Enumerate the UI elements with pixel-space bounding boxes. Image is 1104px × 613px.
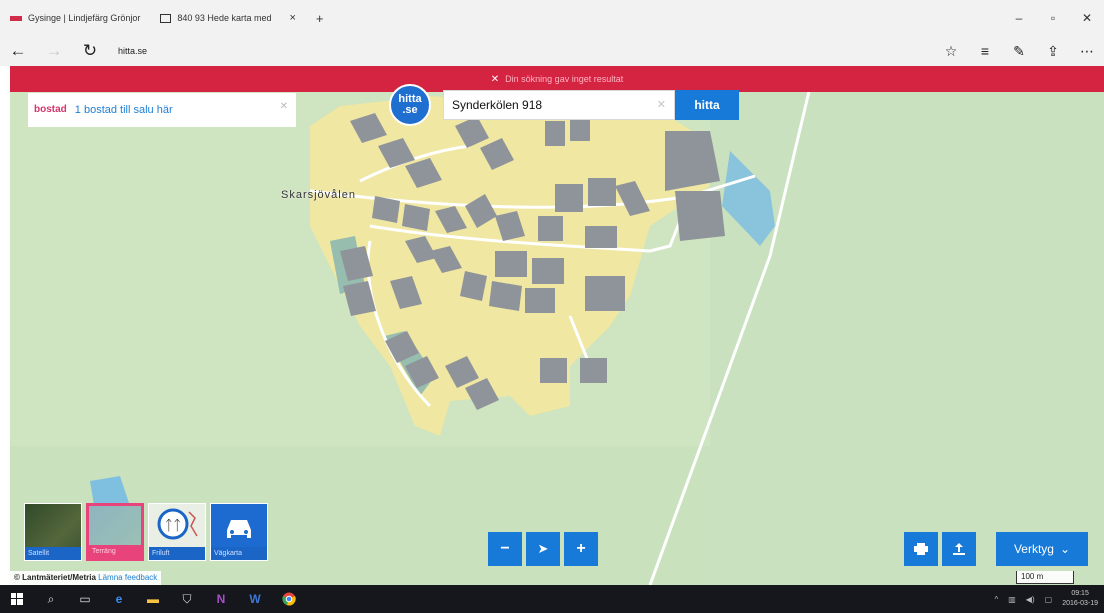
bostad-logo: bostad [34,104,67,115]
refresh-icon[interactable]: ↻ [72,41,108,61]
browser-toolbar: ☆ ≡ ✎ ⇪ ⋯ [934,36,1104,66]
no-result-banner: ✕ Din sökning gav inget resultat [10,66,1104,92]
maptype-satellite[interactable]: Satellit [24,503,82,561]
zoom-out-button[interactable]: − [488,532,522,566]
address-bar: ← → ↻ hitta.se ☆ ≡ ✎ ⇪ ⋯ [0,36,1104,66]
svg-text:ᛏᛏ: ᛏᛏ [165,518,182,534]
forward-arrow-icon[interactable]: → [36,41,72,61]
new-tab-button[interactable]: + [306,11,334,26]
back-arrow-icon[interactable]: ← [0,41,36,61]
web-note-icon[interactable]: ✎ [1002,43,1036,60]
site-favicon-icon [10,15,22,21]
edge-browser-icon[interactable]: e [102,585,136,613]
search-input[interactable]: Synderkölen 918 ✕ [443,90,675,120]
word-icon[interactable]: W [238,585,272,613]
hiking-icon: ᛏᛏ [157,508,198,540]
print-icon[interactable] [904,532,938,566]
browser-tab-bar: Gysinge | Lindjefärg Grönjor 840 93 Hede… [0,0,1104,36]
chevron-down-icon: ⌄ [1059,542,1071,556]
promo-link[interactable]: 1 bostad till salu här [75,104,173,116]
search-value: Synderkölen 918 [452,98,543,112]
tab-title: Gysinge | Lindjefärg Grönjor [28,13,141,23]
locate-button[interactable]: ➤ [526,532,560,566]
tab-hede-karta[interactable]: 840 93 Hede karta med × [150,0,306,36]
close-icon[interactable]: ✕ [491,74,499,85]
task-view-icon[interactable]: ▭ [68,585,102,613]
system-tray: ^ ▥ ◀) ▢ 09:15 2016-03-19 [994,585,1098,613]
maptype-outdoor[interactable]: ᛏᛏ Friluft [148,503,206,561]
maptype-terrain[interactable]: Terräng [86,503,144,561]
minimize-button[interactable]: – [1002,11,1036,25]
chrome-icon[interactable] [272,585,306,613]
url-host[interactable]: hitta.se [118,46,147,56]
windows-start-icon[interactable] [0,585,34,613]
share-upload-icon[interactable] [942,532,976,566]
hub-menu-icon[interactable]: ≡ [968,43,1002,59]
map-action-controls [904,532,976,566]
clear-search-icon[interactable]: ✕ [657,98,666,111]
tray-chevron-icon[interactable]: ^ [994,595,998,604]
search-icon[interactable]: ⌕ [34,585,68,613]
map-scale: 100 m [1016,571,1074,584]
network-icon[interactable]: ▥ [1008,595,1016,604]
car-icon [227,520,251,538]
feedback-link[interactable]: Lämna feedback [98,573,157,582]
onenote-icon[interactable]: N [204,585,238,613]
zoom-in-button[interactable]: + [564,532,598,566]
maptype-road[interactable]: Vägkarta [210,503,268,561]
tab-close-icon[interactable]: × [289,12,295,24]
tab-gysinge[interactable]: Gysinge | Lindjefärg Grönjor [0,0,150,36]
restore-button[interactable]: ▫ [1036,11,1070,25]
share-icon[interactable]: ⇪ [1036,43,1070,60]
hitta-map-page: ✕ Din sökning gav inget resultat bostad … [10,66,1104,585]
tools-button[interactable]: Verktyg ⌄ [996,532,1088,566]
taskbar-clock[interactable]: 09:15 2016-03-19 [1062,589,1098,609]
promo-close-icon[interactable]: ✕ [280,101,288,112]
page-icon [160,13,172,23]
file-explorer-icon[interactable]: ▬ [136,585,170,613]
property-promo[interactable]: bostad 1 bostad till salu här ✕ [28,93,296,127]
place-label: Skarsjövålen [281,189,356,201]
search-button[interactable]: hitta [675,90,739,120]
map-attribution: © Lantmäteriet/Metria Lämna feedback [10,571,162,585]
map-type-selector: Satellit Terräng ᛏᛏ Friluft Vägkarta [24,503,268,561]
error-message: Din sökning gav inget resultat [505,74,624,84]
favorite-star-icon[interactable]: ☆ [934,43,968,60]
map-navigation-controls: − ➤ + [488,532,598,566]
hitta-logo[interactable]: hitta .se [389,84,431,126]
window-controls: – ▫ ✕ [1002,0,1104,36]
more-icon[interactable]: ⋯ [1070,43,1104,60]
store-icon[interactable]: ⛉ [170,585,204,613]
windows-taskbar: ⌕ ▭ e ▬ ⛉ N W ^ ▥ ◀) ▢ 09:15 2016-03-19 [0,585,1104,613]
notification-icon[interactable]: ▢ [1045,595,1053,604]
volume-icon[interactable]: ◀) [1026,595,1035,604]
tab-title: 840 93 Hede karta med [177,13,272,23]
close-window-button[interactable]: ✕ [1070,11,1104,25]
